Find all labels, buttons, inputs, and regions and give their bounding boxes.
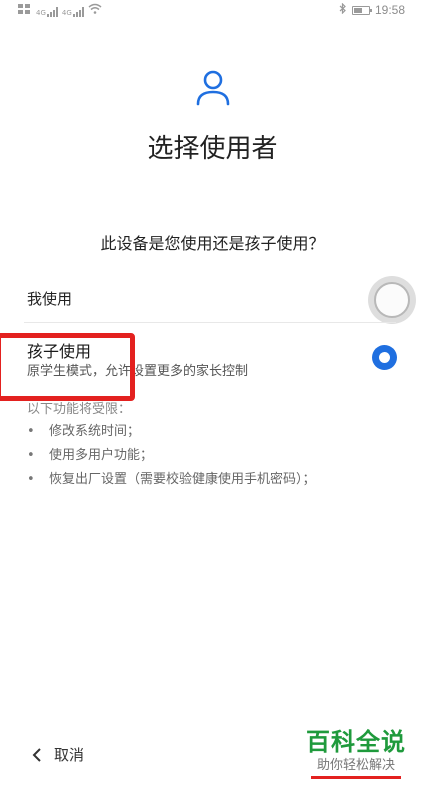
question-text: 此设备是您使用还是孩子使用？ (100, 234, 325, 253)
watermark-logo: 百科全说 助你轻松解决 (301, 727, 411, 779)
restrictions-title: 以下功能将受限： (27, 402, 132, 417)
signal-bars-icon (72, 7, 84, 17)
divider (24, 322, 396, 323)
annotation-highlight-box (0, 333, 135, 401)
radio-me[interactable] (374, 282, 410, 318)
option-me-label: 我使用 (27, 290, 73, 308)
list-item: • 使用多用户功能； (27, 446, 316, 470)
sim-icon (18, 4, 32, 17)
signal-bars-icon (46, 7, 58, 17)
cancel-label: 取消 (54, 746, 85, 764)
bullet-icon: • (27, 472, 35, 487)
signal-1: 4G (36, 7, 58, 17)
network-type-2: 4G (61, 9, 72, 17)
list-item: • 修改系统时间； (27, 422, 316, 446)
watermark-sub: 助你轻松解决 (316, 758, 395, 773)
wifi-icon (88, 3, 102, 17)
radio-child-selected[interactable] (372, 345, 397, 370)
signal-2: 4G (62, 7, 84, 17)
bullet-icon: • (27, 448, 35, 463)
watermark-underline (311, 776, 401, 779)
status-bar: 4G 4G 19:58 (0, 0, 425, 22)
status-time: 19:58 (374, 3, 405, 17)
restrictions-list: • 修改系统时间； • 使用多用户功能； • 恢复出厂设置（需要校验健康使用手机密码）… (27, 422, 316, 494)
cancel-button[interactable]: 取消 (30, 744, 84, 765)
list-item: • 恢复出厂设置（需要校验健康使用手机密码）； (27, 470, 316, 494)
bluetooth-icon (339, 2, 347, 17)
signal-indicators: 4G 4G (18, 3, 102, 17)
user-icon (196, 70, 230, 106)
chevron-left-icon (32, 747, 41, 762)
battery-icon (351, 5, 372, 15)
option-me[interactable]: 我使用 (0, 276, 425, 324)
bullet-icon: • (27, 424, 35, 439)
battery-level (353, 7, 362, 13)
network-type-1: 4G (36, 9, 46, 17)
status-right: 19:58 (339, 2, 405, 17)
page-title: 选择使用者 (147, 134, 278, 164)
watermark-main: 百科全说 (306, 728, 406, 756)
